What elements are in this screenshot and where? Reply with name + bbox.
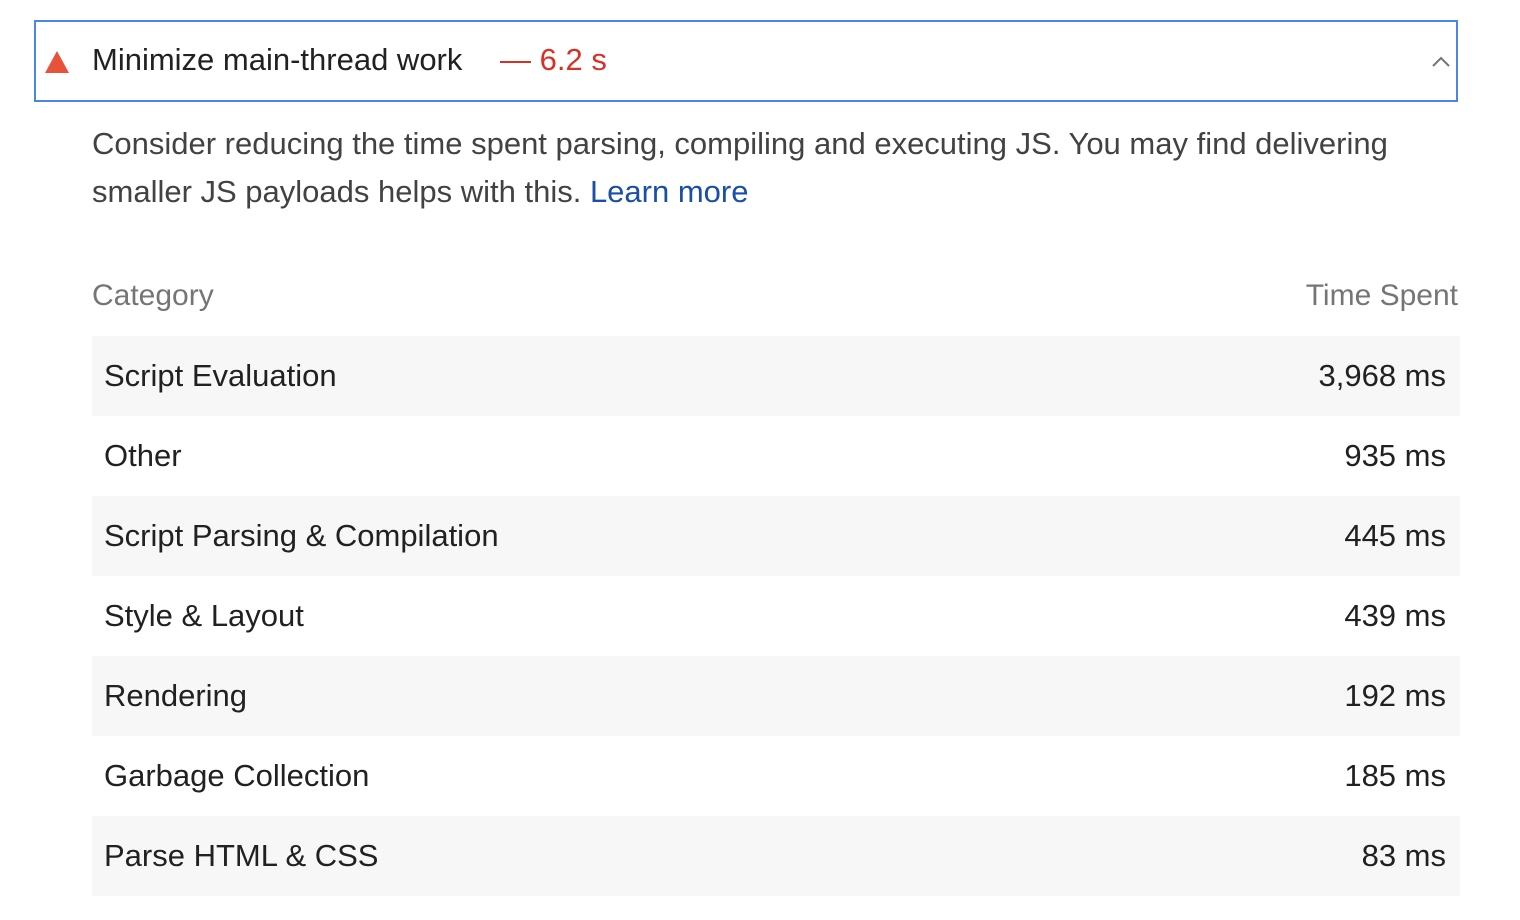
- row-category: Parse HTML & CSS: [104, 838, 379, 873]
- table-row: Script Parsing & Compilation 445 ms: [92, 496, 1460, 576]
- audit-header[interactable]: Minimize main-thread work — 6.2 s: [34, 20, 1458, 102]
- row-time: 192 ms: [1344, 678, 1446, 713]
- table-body: Script Evaluation 3,968 ms Other 935 ms …: [92, 336, 1460, 896]
- warning-triangle-icon: [45, 51, 69, 73]
- learn-more-link[interactable]: Learn more: [590, 174, 749, 209]
- audit-panel: Minimize main-thread work — 6.2 s Consid…: [0, 0, 1520, 920]
- row-time: 439 ms: [1344, 598, 1446, 633]
- header-time-spent: Time Spent: [1305, 279, 1458, 312]
- row-category: Rendering: [104, 678, 248, 713]
- row-category: Script Parsing & Compilation: [104, 518, 499, 553]
- table-row: Other 935 ms: [92, 416, 1460, 496]
- row-category: Other: [104, 438, 182, 473]
- row-time: 3,968 ms: [1318, 358, 1446, 393]
- main-thread-table: Category Time Spent Script Evaluation 3,…: [92, 256, 1460, 896]
- header-category: Category: [92, 279, 214, 312]
- audit-description: Consider reducing the time spent parsing…: [92, 120, 1472, 216]
- table-row: Style & Layout 439 ms: [92, 576, 1460, 656]
- chevron-up-icon[interactable]: [1428, 50, 1454, 74]
- audit-value: — 6.2 s: [500, 42, 607, 77]
- row-time: 445 ms: [1344, 518, 1446, 553]
- table-header: Category Time Spent: [92, 256, 1460, 336]
- row-time: 185 ms: [1344, 758, 1446, 793]
- audit-title: Minimize main-thread work: [92, 42, 463, 77]
- row-category: Script Evaluation: [104, 358, 337, 393]
- table-row: Rendering 192 ms: [92, 656, 1460, 736]
- table-row: Garbage Collection 185 ms: [92, 736, 1460, 816]
- row-category: Style & Layout: [104, 598, 304, 633]
- row-time: 935 ms: [1344, 438, 1446, 473]
- table-row: Script Evaluation 3,968 ms: [92, 336, 1460, 416]
- row-time: 83 ms: [1361, 838, 1446, 873]
- table-row: Parse HTML & CSS 83 ms: [92, 816, 1460, 896]
- row-category: Garbage Collection: [104, 758, 370, 793]
